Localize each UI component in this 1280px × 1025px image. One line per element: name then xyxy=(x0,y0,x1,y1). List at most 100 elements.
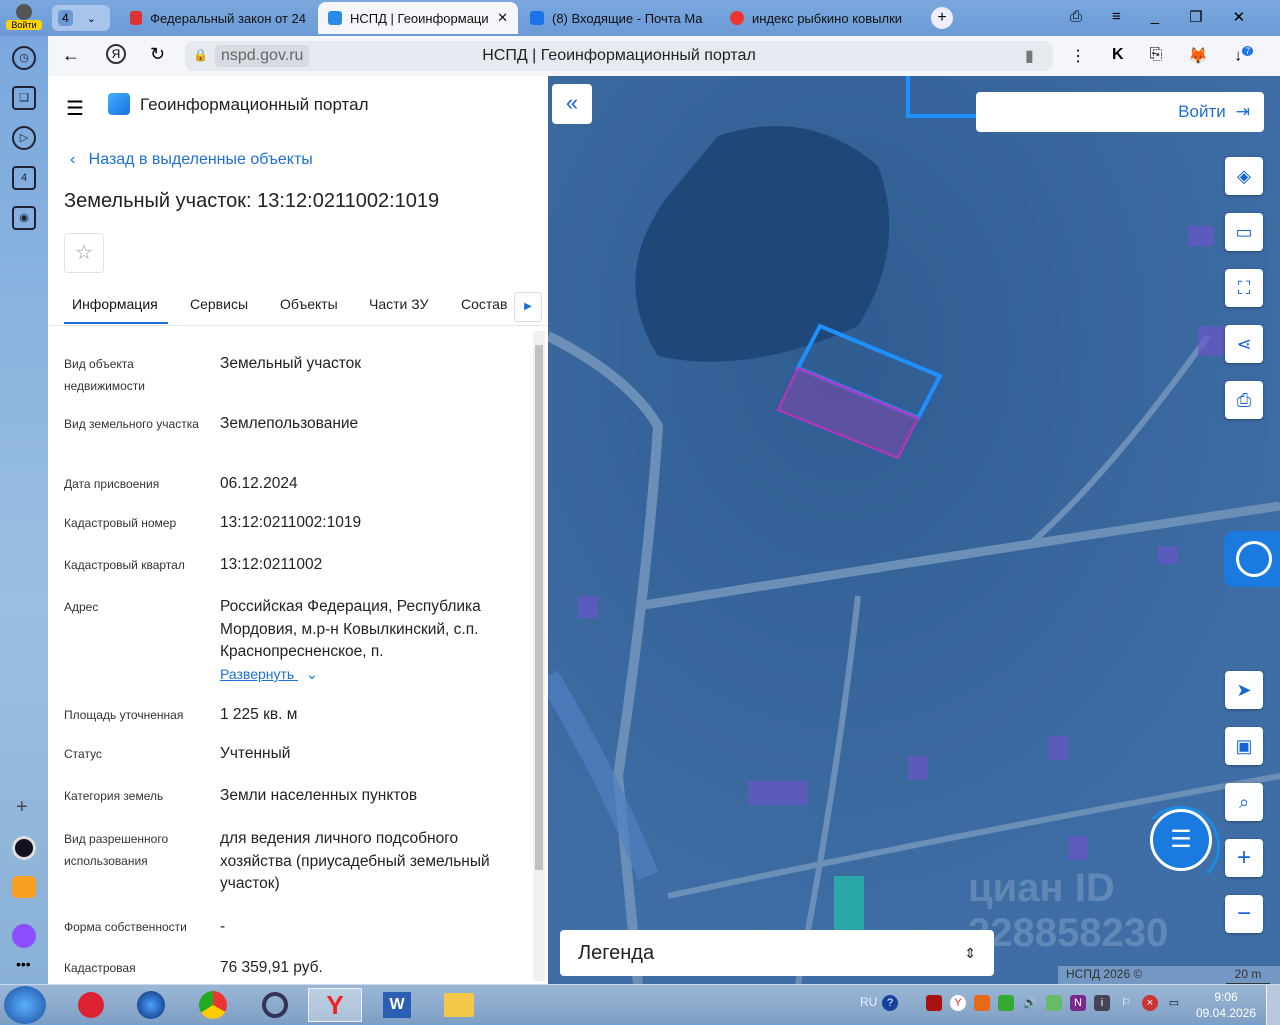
measure-button[interactable]: ▭ xyxy=(1225,213,1263,251)
back-icon[interactable]: ← xyxy=(62,45,80,66)
language-indicator[interactable]: RU xyxy=(860,995,877,1009)
clock[interactable]: 9:06 09.04.2026 xyxy=(1195,989,1257,1021)
app-icon xyxy=(78,992,104,1018)
print-button[interactable]: ⎙ xyxy=(1225,381,1263,419)
yandex-home-icon[interactable]: Я xyxy=(106,44,126,64)
tab-search[interactable]: индекс рыбкино ковылки xyxy=(720,2,916,34)
network-icon[interactable]: ▭ xyxy=(1166,995,1182,1011)
taskbar-app[interactable] xyxy=(248,988,302,1022)
layers-button[interactable]: ◈ xyxy=(1225,157,1263,195)
tab-nspd[interactable]: НСПД | Геоинформаци ✕ xyxy=(318,2,518,34)
restore-icon[interactable]: ❐ xyxy=(1189,8,1202,26)
network-check-icon[interactable] xyxy=(1046,995,1062,1011)
start-button[interactable] xyxy=(4,986,46,1024)
reader-icon[interactable]: ⎘ xyxy=(1150,46,1163,66)
close-window-icon[interactable]: ✕ xyxy=(1233,8,1246,26)
portal-title[interactable]: Геоинформационный портал xyxy=(140,95,369,115)
more-icon[interactable]: ⋮ xyxy=(1070,46,1086,66)
chevron-left-icon: ‹ xyxy=(70,151,76,168)
side-widget-button[interactable] xyxy=(1224,531,1280,587)
tab-objects[interactable]: Объекты xyxy=(280,296,338,312)
zoom-out-button[interactable]: − xyxy=(1225,895,1263,933)
volume-icon[interactable]: 🔊 xyxy=(1022,995,1038,1011)
navigation-arrow-icon: ➤ xyxy=(1236,679,1252,700)
more-icon[interactable]: ••• xyxy=(16,956,31,972)
hamburger-menu-icon[interactable]: ☰ xyxy=(66,96,84,121)
reload-icon[interactable]: ↻ xyxy=(150,44,165,65)
tab-services[interactable]: Сервисы xyxy=(190,296,248,312)
tray-app-icon[interactable] xyxy=(974,995,990,1011)
kaspersky-icon[interactable]: K xyxy=(1112,46,1124,66)
search-location-button[interactable]: ⌕ xyxy=(1225,783,1263,821)
tab-info[interactable]: Информация xyxy=(72,296,158,312)
taskbar-chrome[interactable] xyxy=(186,988,240,1022)
chat-button[interactable]: ☰ xyxy=(1150,809,1212,871)
signal-icon[interactable] xyxy=(926,995,942,1011)
favorite-star-button[interactable]: ☆ xyxy=(64,233,104,273)
taskbar-yandex-browser[interactable]: Y xyxy=(308,988,362,1022)
video-icon[interactable]: ▷ xyxy=(12,126,36,150)
field-label: Вид объекта недвижимости xyxy=(64,357,145,393)
area-select-button[interactable]: ⛶ xyxy=(1225,269,1263,307)
downloads-badge: 7 xyxy=(1242,46,1254,56)
url-field[interactable]: 🔒 nspd.gov.ru НСПД | Геоинформационный п… xyxy=(185,41,1053,71)
tab-federal-law[interactable]: Федеральный закон от 24 xyxy=(120,2,316,34)
field-value: для ведения личного подсобного хозяйства… xyxy=(220,830,490,892)
minimize-icon[interactable]: _ xyxy=(1151,8,1159,26)
extension-icon[interactable]: 🦊 xyxy=(1188,46,1208,66)
collections-icon[interactable]: ❏ xyxy=(12,86,36,110)
panel-scrollbar[interactable] xyxy=(533,331,545,981)
field-label: Категория земель xyxy=(64,789,164,803)
taskbar-explorer[interactable] xyxy=(432,988,486,1022)
downloads-icon[interactable]: ↓ 7 xyxy=(1234,46,1254,66)
map-attribution: НСПД 2026 © 20 m xyxy=(1058,966,1280,984)
taskbar-app[interactable] xyxy=(124,988,178,1022)
tab-composition[interactable]: Состав xyxy=(461,296,507,312)
minimap-button[interactable]: ▣ xyxy=(1225,727,1263,765)
geolocate-button[interactable]: ➤ xyxy=(1225,671,1263,709)
onenote-icon[interactable]: N xyxy=(1070,995,1086,1011)
back-to-selected-link[interactable]: ‹ Назад в выделенные объекты xyxy=(70,151,313,169)
new-tab-button[interactable]: + xyxy=(931,7,953,29)
history-icon[interactable]: ◷ xyxy=(12,46,36,70)
login-label: Войти xyxy=(1178,102,1226,121)
active-tab-indicator xyxy=(64,322,168,324)
tabs-scroll-right-button[interactable]: ▶ xyxy=(514,292,542,322)
windows-taskbar: Y W RU ? Y 🔊 N i ⚐ × ▭ 9:06 09.04.2026 xyxy=(0,984,1280,1025)
bookmark-icon[interactable]: ▮ xyxy=(1025,46,1034,66)
muted-icon[interactable]: × xyxy=(1142,995,1158,1011)
collapse-panel-button[interactable]: « xyxy=(552,84,592,124)
profile-button[interactable]: Войти xyxy=(6,4,42,34)
menu-icon[interactable]: ≡ xyxy=(1112,8,1121,26)
close-icon[interactable]: ✕ xyxy=(497,10,508,26)
taskbar-app[interactable] xyxy=(64,988,118,1022)
usb-icon[interactable] xyxy=(998,995,1014,1011)
back-link-label: Назад в выделенные объекты xyxy=(88,151,313,168)
legend-dropdown[interactable]: Легенда ⇕ xyxy=(560,930,994,976)
taskbar-word[interactable]: W xyxy=(370,988,424,1022)
info-icon[interactable]: i xyxy=(1094,995,1110,1011)
tab-title: НСПД | Геоинформаци xyxy=(350,10,489,26)
yandex-tray-icon[interactable]: Y xyxy=(950,995,966,1011)
bookmarks-icon[interactable]: ⎙ xyxy=(1070,8,1082,26)
tab-mail[interactable]: (8) Входящие - Почта Ma xyxy=(520,2,716,34)
flag-icon[interactable]: ⚐ xyxy=(1118,995,1134,1011)
tabs-count-icon[interactable]: 4 xyxy=(12,166,36,190)
tab-group-button[interactable]: 4 ⌄ xyxy=(52,5,110,31)
messenger-icon[interactable] xyxy=(12,924,36,948)
scrollbar-thumb[interactable] xyxy=(535,345,543,870)
map-view[interactable]: циан ID 328858230 « Войти ⇥ ◈ ▭ ⛶ ⋖ ⎙ ➤ ▣… xyxy=(548,76,1280,984)
expand-address-link[interactable]: Развернуть ⌄ xyxy=(220,666,318,683)
tab-parts[interactable]: Части ЗУ xyxy=(369,296,428,312)
legend-label: Легенда xyxy=(578,941,655,964)
alice-icon[interactable] xyxy=(12,836,36,860)
help-icon[interactable]: ? xyxy=(882,995,898,1011)
zoom-in-button[interactable]: + xyxy=(1225,839,1263,877)
share-button[interactable]: ⋖ xyxy=(1225,325,1263,363)
mail-icon[interactable] xyxy=(12,876,36,898)
field-value: 76 359,91 руб. xyxy=(220,959,323,976)
show-desktop-button[interactable] xyxy=(1266,985,1280,1025)
screenshot-icon[interactable]: ◉ xyxy=(12,206,36,230)
login-button[interactable]: Войти ⇥ xyxy=(976,92,1264,132)
add-icon[interactable]: + xyxy=(16,796,28,819)
